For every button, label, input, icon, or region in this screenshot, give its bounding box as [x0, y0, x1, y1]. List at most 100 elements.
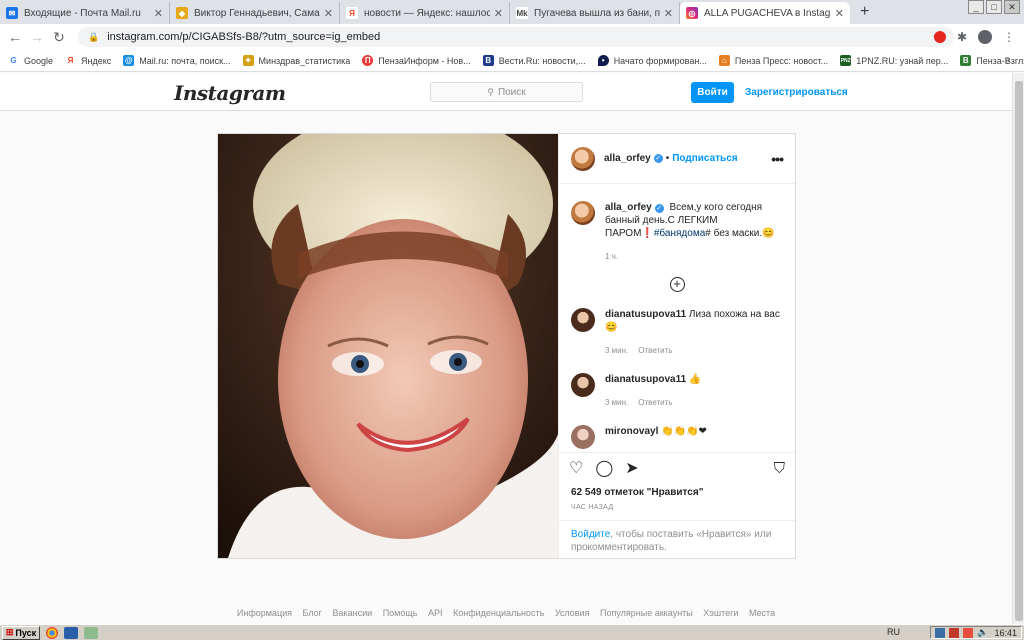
avatar[interactable]: [571, 425, 595, 449]
footer-links: Информация Блог Вакансии Помощь API Конф…: [0, 608, 1012, 618]
comment-time[interactable]: 3 мин.: [605, 398, 628, 407]
reload-icon[interactable]: ↻: [48, 29, 70, 46]
forward-icon[interactable]: →: [26, 29, 48, 45]
scrollbar[interactable]: [1012, 73, 1024, 625]
footer-link[interactable]: Хэштеги: [703, 608, 738, 618]
like-heart-icon[interactable]: ♡: [569, 458, 583, 478]
bookmark-penzavzglyad[interactable]: В Пенза-Взгляд: новос...: [960, 55, 1024, 66]
comment-username[interactable]: mironovayl: [605, 426, 658, 437]
browser-tab-active[interactable]: ◎ ALLA PUGACHEVA в Instagram: «Вс ✕: [680, 2, 850, 24]
bookmark-minzdrav[interactable]: ✦ Минздрав_статистика: [242, 55, 350, 66]
footer-link[interactable]: Блог: [303, 608, 322, 618]
instagram-logo[interactable]: Instagram: [174, 81, 286, 105]
bookmark-save-icon[interactable]: ⛉: [774, 460, 785, 477]
language-indicator[interactable]: RU: [887, 627, 900, 637]
comment-text: 👍: [688, 374, 702, 385]
comment-bubble-icon[interactable]: ◯: [595, 458, 613, 478]
start-label: Пуск: [15, 627, 37, 638]
yandex-ext-icon[interactable]: [934, 29, 946, 45]
start-button[interactable]: ⊞ Пуск: [2, 625, 40, 640]
tray-icon[interactable]: [963, 627, 974, 638]
bookmark-1pnz[interactable]: PNZ 1PNZ.RU: узнай пер...: [840, 55, 948, 66]
mail-icon: ✉: [6, 7, 18, 19]
close-icon[interactable]: ✕: [154, 7, 163, 20]
comment-username[interactable]: dianatusupova11: [605, 309, 686, 320]
save-disk-icon[interactable]: [64, 626, 78, 639]
browser-tab[interactable]: Mk Пугачева вышла из бани, показа ✕: [510, 2, 680, 24]
signup-link[interactable]: Зарегистрироваться: [745, 87, 848, 98]
reply-button[interactable]: Ответить: [638, 398, 672, 407]
search-input[interactable]: ⚲ Поиск: [430, 82, 583, 102]
avatar[interactable]: [571, 201, 595, 225]
share-send-icon[interactable]: ➤: [625, 458, 638, 478]
follow-button[interactable]: Подписаться: [672, 153, 737, 164]
login-button[interactable]: Войти: [691, 82, 734, 103]
footer-link[interactable]: API: [428, 608, 443, 618]
volume-icon[interactable]: 🔈: [977, 627, 988, 638]
close-icon[interactable]: ✕: [324, 7, 333, 20]
list-item: mironovayl 👏👏👏❤: [571, 425, 783, 449]
bookmark-vesti[interactable]: В Вести.Ru: новости,...: [482, 55, 586, 66]
caption-body: alla_orfey ✓ Всем,у кого сегодня банный д…: [605, 201, 783, 263]
browser-tab[interactable]: ✉ Входящие - Почта Mail.ru ✕: [0, 2, 170, 24]
minimize-icon[interactable]: _: [968, 0, 984, 14]
browser-tab[interactable]: Яновости — Яндекс: нашлось 134 н ✕: [340, 2, 510, 24]
menu-icon[interactable]: ⋮: [1003, 29, 1015, 45]
more-bookmarks-icon[interactable]: »: [1004, 55, 1010, 66]
bookmark-label: Google: [24, 55, 54, 66]
post-time[interactable]: ЧАС НАЗАД: [571, 504, 613, 511]
login-link[interactable]: Войдите: [571, 529, 610, 540]
close-icon[interactable]: ✕: [494, 7, 503, 20]
avatar[interactable]: [571, 146, 595, 171]
avatar[interactable]: [571, 373, 595, 397]
tray-icon[interactable]: [949, 627, 960, 638]
caption-username[interactable]: alla_orfey: [605, 202, 652, 213]
footer-link[interactable]: Условия: [555, 608, 590, 618]
maximize-icon[interactable]: □: [986, 0, 1002, 14]
browser-tab[interactable]: ◆ Виктор Геннадьевич, Самара (#3 ✕: [170, 2, 340, 24]
bookmark-google[interactable]: G Google: [8, 55, 53, 66]
caption-time[interactable]: 1 ч.: [605, 252, 618, 261]
url-input[interactable]: 🔒 instagram.com/p/CIGABSfs-B8/?utm_sourc…: [78, 27, 954, 47]
tray-icon[interactable]: [935, 627, 946, 638]
comment-username[interactable]: dianatusupova11: [605, 374, 686, 385]
avatar[interactable]: [571, 308, 595, 332]
bookmark-nachato[interactable]: • Начато формирован...: [597, 55, 707, 66]
1pnz-icon: PNZ: [840, 55, 852, 66]
profile-icon[interactable]: [978, 29, 992, 45]
footer-link[interactable]: Конфиденциальность: [453, 608, 544, 618]
footer-link[interactable]: Вакансии: [332, 608, 372, 618]
tab-title: Виктор Геннадьевич, Самара (#3: [194, 7, 320, 19]
close-icon[interactable]: ✕: [664, 7, 673, 20]
footer-link[interactable]: Популярные аккаунты: [600, 608, 693, 618]
post-photo[interactable]: [218, 134, 558, 558]
footer-link[interactable]: Помощь: [383, 608, 418, 618]
bookmark-mailru[interactable]: @ Mail.ru: почта, поиск...: [123, 55, 231, 66]
likes-count[interactable]: 62 549 отметок "Нравится": [571, 487, 703, 498]
shield-icon: ◆: [176, 7, 188, 19]
extensions-icon[interactable]: ✱: [957, 29, 967, 45]
search-placeholder: Поиск: [497, 86, 526, 98]
app-icon[interactable]: [84, 626, 98, 639]
google-icon: G: [8, 55, 19, 66]
close-icon[interactable]: ✕: [835, 7, 844, 20]
footer-link[interactable]: Информация: [237, 608, 292, 618]
scrollbar-thumb[interactable]: [1015, 81, 1023, 621]
more-options-icon[interactable]: •••: [771, 151, 784, 167]
author-username[interactable]: alla_orfey: [604, 153, 651, 164]
bookmarks-bar: G Google Я Яндекс @ Mail.ru: почта, поиск..…: [0, 50, 1024, 72]
reply-button[interactable]: Ответить: [638, 346, 672, 355]
hashtag-link[interactable]: #банядома: [654, 228, 705, 239]
bookmark-penzapress[interactable]: ⌂ Пенза Пресс: новост...: [718, 55, 828, 66]
yandex-icon: Я: [65, 55, 77, 66]
back-icon[interactable]: ←: [4, 29, 26, 45]
load-more-icon[interactable]: +: [669, 277, 685, 292]
bookmark-penzainform[interactable]: П ПензаИнформ - Нов...: [362, 55, 471, 66]
chrome-icon[interactable]: [46, 626, 58, 639]
bookmark-yandex[interactable]: Я Яндекс: [65, 55, 111, 66]
window-close-icon[interactable]: ✕: [1004, 0, 1020, 14]
tab-title: новости — Яндекс: нашлось 134 н: [364, 7, 490, 19]
comment-time[interactable]: 3 мин.: [605, 346, 628, 355]
footer-link[interactable]: Места: [749, 608, 775, 618]
new-tab-icon[interactable]: +: [860, 3, 869, 21]
